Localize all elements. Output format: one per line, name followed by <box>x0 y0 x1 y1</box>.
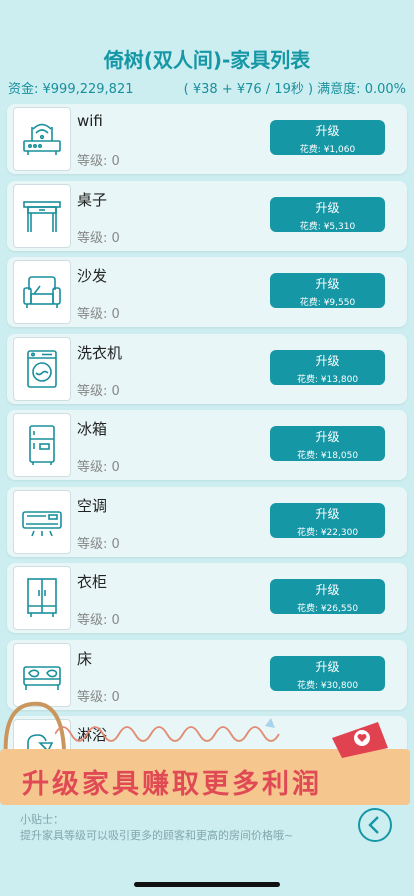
wardrobe-icon <box>13 566 71 630</box>
upgrade-cost: 花费: ¥22,300 <box>296 527 359 538</box>
upgrade-label: 升级 <box>315 506 340 521</box>
upgrade-label: 升级 <box>315 430 340 444</box>
swirl-decoration <box>55 718 280 742</box>
upgrade-label: 升级 <box>315 124 340 138</box>
upgrade-cost: 花费: ¥30,800 <box>296 680 359 691</box>
furniture-item: 洗衣机 等级: 0 升级 花费: ¥13,800 <box>7 333 407 404</box>
item-level: 等级: 0 <box>77 460 120 475</box>
upgrade-cost: 花费: ¥5,310 <box>299 221 356 232</box>
furniture-item: 桌子 等级: 0 升级 花费: ¥5,310 <box>7 180 407 251</box>
item-level: 等级: 0 <box>77 613 120 628</box>
upgrade-button[interactable]: 升级 花费: ¥1,060 <box>270 120 385 155</box>
item-name: 洗衣机 <box>77 343 123 362</box>
table-icon <box>13 183 71 248</box>
item-name: 衣柜 <box>77 573 108 591</box>
promo-banner-text: 升级家具赚取更多利润 <box>22 769 322 800</box>
page-title: 倚树(双人间)-家具列表 <box>103 48 311 72</box>
upgrade-label: 升级 <box>315 659 340 674</box>
washing-machine-icon <box>13 336 71 401</box>
furniture-item: 沙发 等级: 0 升级 花费: ¥9,550 <box>7 257 407 327</box>
item-level: 等级: 0 <box>77 307 120 322</box>
item-name: 空调 <box>77 496 108 515</box>
tips-text: 提升家具等级可以吸引更多的顾客和更高的房间价格哦~ <box>20 829 294 842</box>
income-rate-label: ( ¥38 + ¥76 / 19秒 ) 满意度: 0.00% <box>183 82 406 97</box>
upgrade-label: 升级 <box>315 200 340 215</box>
item-name: 桌子 <box>77 190 108 209</box>
tips-label: 小贴士： <box>20 813 64 826</box>
item-level: 等级: 0 <box>77 383 120 399</box>
furniture-item: wifi 等级: 0 升级 花费: ¥1,060 <box>7 104 407 174</box>
upgrade-label: 升级 <box>315 277 340 291</box>
air-conditioner-icon <box>13 489 71 554</box>
upgrade-cost: 花费: ¥1,060 <box>299 145 356 155</box>
upgrade-label: 升级 <box>315 583 340 597</box>
item-name: wifi <box>77 112 103 130</box>
upgrade-cost: 花费: ¥18,050 <box>296 451 359 461</box>
upgrade-cost: 花费: ¥13,800 <box>296 374 359 385</box>
ribbon-heart-icon <box>332 722 388 758</box>
item-level: 等级: 0 <box>77 689 120 705</box>
tips-section: 小贴士： 提升家具等级可以吸引更多的顾客和更高的房间价格哦~ <box>20 812 350 844</box>
upgrade-button[interactable]: 升级 花费: ¥18,050 <box>270 426 385 461</box>
upgrade-button[interactable]: 升级 花费: ¥30,800 <box>270 655 385 691</box>
item-level: 等级: 0 <box>77 536 120 552</box>
item-name: 床 <box>77 649 93 668</box>
furniture-item: 衣柜 等级: 0 升级 花费: ¥26,550 <box>7 563 407 633</box>
upgrade-button[interactable]: 升级 花费: ¥9,550 <box>270 273 385 308</box>
upgrade-cost: 花费: ¥26,550 <box>296 604 359 614</box>
furniture-item: 空调 等级: 0 升级 花费: ¥22,300 <box>7 486 407 557</box>
router-icon <box>13 107 71 171</box>
furniture-item: 冰箱 等级: 0 升级 花费: ¥18,050 <box>7 410 407 480</box>
home-indicator[interactable] <box>134 882 280 887</box>
item-name: 冰箱 <box>77 420 108 438</box>
upgrade-label: 升级 <box>315 353 340 368</box>
back-icon[interactable] <box>356 806 394 844</box>
sofa-icon <box>13 260 71 324</box>
upgrade-button[interactable]: 升级 花费: ¥26,550 <box>270 579 385 614</box>
funds-label: 资金: ¥999,229,821 <box>8 82 134 97</box>
status-bar: 资金: ¥999,229,821 ( ¥38 + ¥76 / 19秒 ) 满意度… <box>8 78 406 97</box>
item-name: 沙发 <box>77 267 108 285</box>
upgrade-cost: 花费: ¥9,550 <box>299 298 356 308</box>
upgrade-button[interactable]: 升级 花费: ¥5,310 <box>270 196 385 232</box>
upgrade-button[interactable]: 升级 花费: ¥13,800 <box>270 349 385 385</box>
fridge-icon <box>13 413 71 477</box>
item-level: 等级: 0 <box>77 230 120 246</box>
item-level: 等级: 0 <box>77 154 120 169</box>
upgrade-button[interactable]: 升级 花费: ¥22,300 <box>270 502 385 538</box>
